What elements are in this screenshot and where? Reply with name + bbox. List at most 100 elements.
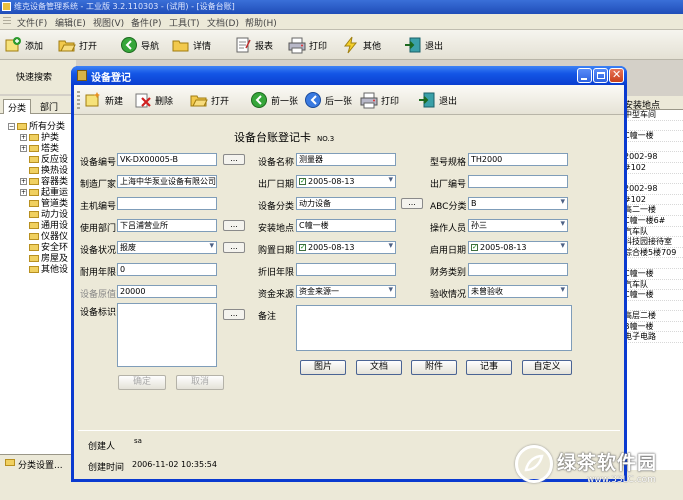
menu-tools[interactable]: 工具(T) <box>169 16 200 29</box>
list-item[interactable]: C幢一楼 <box>621 290 683 301</box>
remark-area[interactable] <box>296 305 572 351</box>
cancel-button[interactable]: 取消 <box>176 375 224 390</box>
serial-field[interactable] <box>468 175 568 188</box>
list-item[interactable]: 汽车队 <box>621 280 683 291</box>
menu-help[interactable]: 帮助(H) <box>245 16 277 29</box>
maker-field[interactable]: 上海中华泵业设备有限公司 <box>117 175 217 188</box>
tab-category[interactable]: 分类 <box>3 99 32 114</box>
fund-select[interactable]: 资金来源一 <box>296 285 396 298</box>
main-exit-button[interactable]: 退出 <box>404 34 443 56</box>
add-button[interactable]: 添加 <box>4 34 43 56</box>
status-select[interactable]: 报废 <box>117 241 217 254</box>
picture-button[interactable]: 图片 <box>300 360 346 375</box>
toolbar-grip[interactable] <box>3 17 11 26</box>
detail-button[interactable]: 详情 <box>172 34 211 56</box>
menu-file[interactable]: 文件(F) <box>17 16 47 29</box>
accept-select[interactable]: 未曾验收 <box>468 285 568 298</box>
quick-search-bar[interactable]: 快速搜索 <box>0 60 76 94</box>
location-field[interactable]: C幢一楼 <box>296 219 396 232</box>
list-item[interactable]: 中型车间 <box>621 110 683 121</box>
checkbox-icon[interactable] <box>299 176 306 187</box>
checkbox-icon[interactable] <box>299 242 306 253</box>
maximize-button[interactable] <box>593 68 608 83</box>
host-no-field[interactable] <box>117 197 217 210</box>
list-item[interactable]: C幢一楼6# <box>621 216 683 227</box>
main-window-titlebar[interactable]: 维克设备管理系统 - 工业版 3.2.110303 - (试用) - [设备台账… <box>0 0 683 14</box>
other-button[interactable]: 其他 <box>342 34 381 56</box>
tag-area[interactable] <box>117 303 217 367</box>
menu-docs[interactable]: 文档(D) <box>207 16 239 29</box>
tab-department[interactable]: 部门 <box>36 99 62 114</box>
tag-browse-button[interactable]: ... <box>223 309 245 320</box>
dept-field[interactable]: 下吕浦营业所 <box>117 219 217 232</box>
list-item[interactable]: 综合楼5楼709 <box>621 248 683 259</box>
category-browse-button[interactable]: ... <box>401 198 423 209</box>
collapse-icon[interactable]: − <box>8 123 15 130</box>
list-item[interactable] <box>621 258 683 269</box>
years-field[interactable]: 0 <box>117 263 217 276</box>
abc-select[interactable]: B <box>468 197 568 210</box>
list-item[interactable]: #102 <box>621 163 683 174</box>
delete-button[interactable]: 删除 <box>134 89 173 111</box>
value-field[interactable]: 20000 <box>117 285 217 298</box>
list-item[interactable]: B幢一楼 <box>621 322 683 333</box>
status-browse-button[interactable]: ... <box>223 242 245 253</box>
depr-field[interactable] <box>296 263 396 276</box>
custom-button[interactable]: 自定义 <box>522 360 572 375</box>
report-button[interactable]: 报表 <box>234 34 273 56</box>
accept-label: 验收情况 <box>430 290 467 300</box>
new-button[interactable]: 新建 <box>84 89 123 111</box>
equip-no-field[interactable]: VK-DX00005-B <box>117 153 217 166</box>
list-item[interactable]: 高二一楼 <box>621 205 683 216</box>
list-item[interactable]: 2002-98 <box>621 184 683 195</box>
dialog-titlebar[interactable]: 设备登记 ✕ <box>71 66 627 85</box>
equip-no-browse-button[interactable]: ... <box>223 154 245 165</box>
list-item[interactable]: 汽车队 <box>621 227 683 238</box>
dept-browse-button[interactable]: ... <box>223 220 245 231</box>
exit-button[interactable]: 退出 <box>418 89 457 111</box>
expand-icon[interactable]: + <box>20 178 27 185</box>
list-item[interactable]: 电子电路 <box>621 332 683 344</box>
document-button[interactable]: 文档 <box>356 360 402 375</box>
category-field[interactable]: 动力设备 <box>296 197 396 210</box>
model-field[interactable]: TH2000 <box>468 153 568 166</box>
enable-date-picker[interactable]: 2005-08-13 <box>468 241 568 254</box>
close-button[interactable]: ✕ <box>609 68 624 83</box>
list-item[interactable] <box>621 174 683 185</box>
print-button[interactable]: 打印 <box>360 89 399 111</box>
menu-parts[interactable]: 备件(P) <box>131 16 161 29</box>
list-item[interactable]: #102 <box>621 195 683 206</box>
list-item[interactable] <box>621 121 683 132</box>
list-item[interactable] <box>621 301 683 312</box>
factory-date-picker[interactable]: 2005-08-13 <box>296 175 396 188</box>
prev-button[interactable]: 前一张 <box>250 89 298 111</box>
expand-icon[interactable]: + <box>20 189 27 196</box>
checkbox-icon[interactable] <box>471 242 478 253</box>
expand-icon[interactable]: + <box>20 134 27 141</box>
minimize-button[interactable] <box>577 68 592 83</box>
finance-field[interactable] <box>468 263 568 276</box>
list-item[interactable]: 高层二楼 <box>621 311 683 322</box>
list-item[interactable]: C幢一楼 <box>621 131 683 142</box>
buy-date-picker[interactable]: 2005-08-13 <box>296 241 396 254</box>
list-item[interactable]: C幢一楼 <box>621 269 683 280</box>
main-print-button[interactable]: 打印 <box>288 34 327 56</box>
notes-button[interactable]: 记事 <box>466 360 512 375</box>
operator-select[interactable]: 孙三 <box>468 219 568 232</box>
column-header-location[interactable]: 安装地点 <box>621 96 683 111</box>
nav-button[interactable]: 导航 <box>120 34 159 56</box>
next-button[interactable]: 后一张 <box>304 89 352 111</box>
list-item[interactable]: 科技园接待室 <box>621 237 683 248</box>
list-item[interactable] <box>621 142 683 153</box>
menu-edit[interactable]: 编辑(E) <box>55 16 86 29</box>
open-button[interactable]: 打开 <box>190 89 229 111</box>
expand-icon[interactable]: + <box>20 145 27 152</box>
attachment-button[interactable]: 附件 <box>411 360 457 375</box>
name-field[interactable]: 测量器 <box>296 153 396 166</box>
list-item[interactable]: 2002-98 <box>621 152 683 163</box>
category-settings-link[interactable]: 分类设置... <box>0 454 76 471</box>
toolbar-grip[interactable] <box>77 91 80 109</box>
main-open-button[interactable]: 打开 <box>58 34 97 56</box>
ok-button[interactable]: 确定 <box>118 375 166 390</box>
menu-view[interactable]: 视图(V) <box>93 16 124 29</box>
